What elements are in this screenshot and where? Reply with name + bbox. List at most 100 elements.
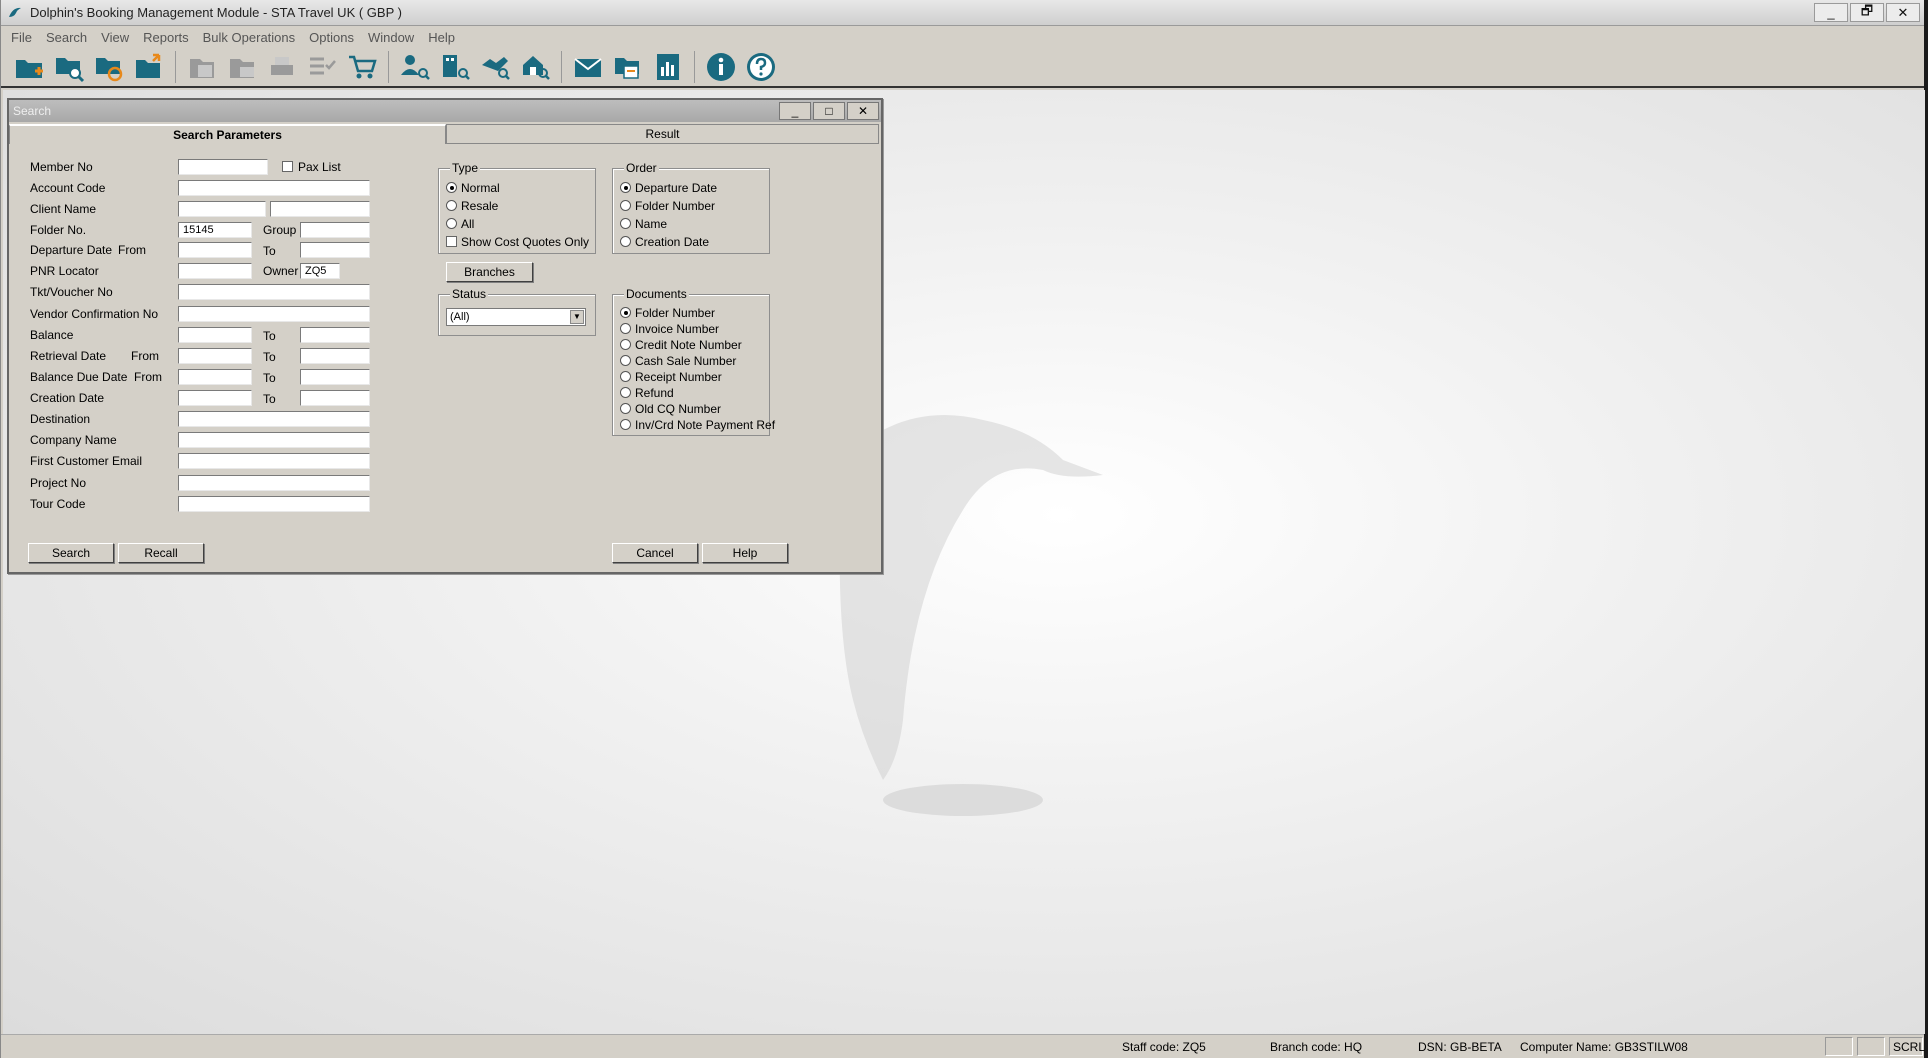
tour-code-input[interactable] (178, 496, 370, 512)
recall-folder-icon[interactable] (91, 49, 127, 85)
cancel-button[interactable]: Cancel (612, 543, 698, 563)
document-list-icon[interactable] (184, 49, 220, 85)
creation-from-input[interactable] (178, 390, 252, 406)
first-customer-email-input[interactable] (178, 453, 370, 469)
vendor-confirmation-input[interactable] (178, 306, 370, 322)
title-bar: Dolphin's Booking Management Module - ST… (1, 0, 1924, 26)
tour-code-label: Tour Code (30, 497, 86, 511)
order-creation-date-radio[interactable] (620, 236, 631, 247)
menu-file[interactable]: File (7, 30, 42, 45)
restore-button[interactable]: 🗗 (1850, 3, 1884, 22)
owner-input[interactable]: ZQ5 (300, 263, 340, 279)
type-resale-radio[interactable] (446, 200, 457, 211)
creation-to-input[interactable] (300, 390, 370, 406)
folder-transfer-icon[interactable] (610, 49, 646, 85)
mail-icon[interactable] (570, 49, 606, 85)
agent-search-icon[interactable] (477, 49, 513, 85)
doc-invoice-number-radio[interactable] (620, 323, 631, 334)
doc-credit-note-radio[interactable] (620, 339, 631, 350)
retrieval-date-label: Retrieval Date (30, 349, 107, 363)
minimize-button[interactable]: _ (1814, 3, 1848, 22)
menu-view[interactable]: View (97, 30, 139, 45)
menu-reports[interactable]: Reports (139, 30, 199, 45)
order-departure-date-radio[interactable] (620, 182, 631, 193)
balance-to-input[interactable] (300, 327, 370, 343)
toolbar-separator (388, 51, 389, 83)
client-last-name-input[interactable] (270, 201, 370, 217)
cart-icon[interactable] (344, 49, 380, 85)
branches-button[interactable]: Branches (446, 262, 533, 282)
order-name-radio[interactable] (620, 218, 631, 229)
pnr-locator-input[interactable] (178, 263, 252, 279)
balance-due-to-input[interactable] (300, 369, 370, 385)
folder-no-input[interactable]: 15145 (178, 222, 252, 238)
retrieval-from-input[interactable] (178, 348, 252, 364)
company-search-icon[interactable] (437, 49, 473, 85)
staff-code-text: Staff code: ZQ5 (1122, 1040, 1206, 1054)
report-icon[interactable] (650, 49, 686, 85)
application-window: Dolphin's Booking Management Module - ST… (0, 0, 1926, 1058)
scroll-lock-indicator: SCRL (1893, 1040, 1926, 1054)
tab-result[interactable]: Result (446, 124, 879, 144)
menu-window[interactable]: Window (364, 30, 424, 45)
type-resale-label: Resale (461, 199, 499, 213)
cost-quotes-label: Show Cost Quotes Only (461, 235, 590, 249)
mail-folder-icon[interactable] (224, 49, 260, 85)
search-button[interactable]: Search (28, 543, 114, 563)
client-first-name-input[interactable] (178, 201, 266, 217)
doc-old-cq-radio[interactable] (620, 403, 631, 414)
menu-options[interactable]: Options (305, 30, 364, 45)
order-name-label: Name (635, 217, 668, 231)
toolbar-separator (175, 51, 176, 83)
search-folder-icon[interactable] (51, 49, 87, 85)
new-folder-icon[interactable] (11, 49, 47, 85)
retrieval-to-label: To (263, 350, 276, 364)
info-icon[interactable] (703, 49, 739, 85)
owner-label: Owner (263, 264, 299, 278)
departure-to-input[interactable] (300, 242, 370, 258)
menu-help[interactable]: Help (424, 30, 465, 45)
doc-folder-number-radio[interactable] (620, 307, 631, 318)
tkt-voucher-input[interactable] (178, 284, 370, 300)
doc-receipt-number-radio[interactable] (620, 371, 631, 382)
type-all-radio[interactable] (446, 218, 457, 229)
menu-bulk-operations[interactable]: Bulk Operations (199, 30, 306, 45)
doc-payment-ref-label: Inv/Crd Note Payment Ref (635, 418, 776, 432)
cost-quotes-checkbox[interactable] (446, 236, 457, 247)
doc-cash-sale-radio[interactable] (620, 355, 631, 366)
retrieval-to-input[interactable] (300, 348, 370, 364)
open-folder-icon[interactable] (131, 49, 167, 85)
recall-button[interactable]: Recall (118, 543, 204, 563)
balance-due-from-input[interactable] (178, 369, 252, 385)
dialog-close-button[interactable]: ✕ (847, 102, 879, 120)
folder-no-label: Folder No. (30, 223, 87, 237)
help-icon[interactable] (743, 49, 779, 85)
balance-from-input[interactable] (178, 327, 252, 343)
destination-input[interactable] (178, 411, 370, 427)
member-no-input[interactable] (178, 159, 268, 175)
doc-refund-radio[interactable] (620, 387, 631, 398)
dialog-maximize-button[interactable]: □ (813, 102, 845, 120)
status-select[interactable]: (All) ▼ (446, 308, 586, 326)
order-folder-number-radio[interactable] (620, 200, 631, 211)
tab-search-parameters[interactable]: Search Parameters (9, 124, 446, 144)
pax-list-checkbox[interactable] (282, 161, 293, 172)
customer-search-icon[interactable] (397, 49, 433, 85)
checklist-icon[interactable] (304, 49, 340, 85)
chevron-down-icon[interactable]: ▼ (570, 310, 584, 324)
menu-search[interactable]: Search (42, 30, 97, 45)
type-normal-radio[interactable] (446, 182, 457, 193)
company-name-input[interactable] (178, 432, 370, 448)
close-button[interactable]: ✕ (1886, 3, 1920, 22)
departure-from-input[interactable] (178, 242, 252, 258)
account-code-input[interactable] (178, 180, 370, 196)
project-no-input[interactable] (178, 475, 370, 491)
doc-receipt-number-label: Receipt Number (635, 370, 722, 384)
branch-search-icon[interactable] (517, 49, 553, 85)
dialog-minimize-button[interactable]: _ (779, 102, 811, 120)
company-name-label: Company Name (30, 433, 117, 447)
help-button[interactable]: Help (702, 543, 788, 563)
print-icon[interactable] (264, 49, 300, 85)
group-input[interactable] (300, 222, 370, 238)
doc-payment-ref-radio[interactable] (620, 419, 631, 430)
